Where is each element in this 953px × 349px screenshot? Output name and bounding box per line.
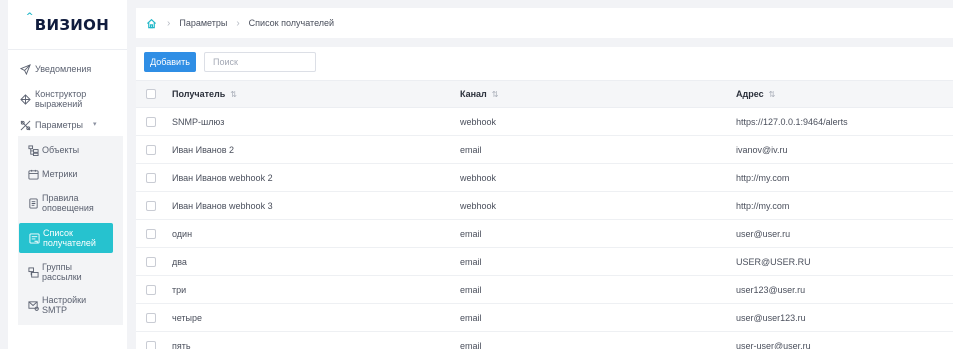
sidebar-item-label: Конструктор выражений	[35, 89, 87, 109]
recipients-icon	[27, 231, 41, 245]
cell-address: user@user123.ru	[736, 312, 806, 323]
mail-settings-icon	[26, 298, 40, 312]
sidebar-item-expression-builder[interactable]: Конструктор выражений	[8, 88, 127, 110]
sidebar-item-label: Метрики	[42, 169, 78, 179]
sidebar-item-alert-rules[interactable]: Правила оповещения	[18, 192, 123, 214]
row-checkbox[interactable]	[146, 144, 156, 155]
cell-channel: email	[460, 256, 482, 267]
sidebar-item-label: Настройки SMTP	[42, 295, 87, 315]
sidebar-item-label: Уведомления	[35, 64, 92, 74]
breadcrumb-item[interactable]: Параметры	[179, 18, 227, 28]
send-icon	[18, 62, 32, 76]
select-all-checkbox[interactable]	[146, 89, 156, 99]
sidebar-item-label: Список получателей	[43, 228, 96, 248]
sort-icon[interactable]: ⇅	[230, 90, 237, 99]
row-checkbox[interactable]	[146, 312, 156, 323]
cell-channel: webhook	[460, 116, 497, 127]
recipients-panel: Добавить Получатель⇅ Канал⇅ Адрес⇅ SNMP-…	[136, 47, 953, 349]
cell-channel: email	[460, 228, 482, 239]
column-header-address[interactable]: Адрес ⇅	[736, 81, 775, 107]
add-button[interactable]: Добавить	[144, 52, 196, 72]
home-icon[interactable]	[144, 16, 158, 30]
objects-icon	[26, 143, 40, 157]
cell-address: http://my.com	[736, 200, 790, 211]
cell-channel: email	[460, 340, 482, 349]
cell-address: http://my.com	[736, 172, 790, 183]
table-header: Получатель ⇅ Канал ⇅ Адрес ⇅	[136, 80, 953, 108]
cell-address: user@user.ru	[736, 228, 791, 239]
cell-address: user-user@user.ru	[736, 340, 811, 349]
cell-channel: email	[460, 312, 482, 323]
table-row[interactable]: Иван Иванов webhook 3 webhook http://my.co…	[136, 192, 953, 220]
search-input[interactable]	[204, 52, 316, 72]
sidebar-item-label: Группы рассылки	[42, 262, 82, 282]
sidebar-item-label: Объекты	[42, 145, 80, 155]
cell-recipient: SNMP-шлюз	[172, 116, 225, 127]
cell-channel: webhook	[460, 172, 497, 183]
app-logo[interactable]: ^ВИЗИОН	[8, 0, 127, 50]
sidebar-item-objects[interactable]: Объекты	[18, 142, 123, 158]
sidebar: ^ВИЗИОН Уведомления Конструктор выражени…	[8, 0, 127, 349]
row-checkbox[interactable]	[146, 200, 156, 211]
row-checkbox[interactable]	[146, 284, 156, 295]
cell-recipient: Иван Иванов webhook 3	[172, 200, 273, 211]
table-row[interactable]: четыре email user@user123.ru	[136, 304, 953, 332]
sidebar-item-metrics[interactable]: Метрики	[18, 166, 123, 182]
cell-recipient: три	[172, 284, 187, 295]
sidebar-item-smtp-settings[interactable]: Настройки SMTP	[18, 294, 123, 316]
cell-channel: email	[460, 284, 482, 295]
row-checkbox[interactable]	[146, 228, 156, 239]
table-row[interactable]: Иван Иванов webhook 2 webhook http://my.co…	[136, 164, 953, 192]
row-checkbox[interactable]	[146, 172, 156, 183]
cell-recipient: пять	[172, 340, 191, 349]
row-checkbox[interactable]	[146, 116, 156, 127]
row-checkbox[interactable]	[146, 340, 156, 349]
column-header-recipient[interactable]: Получатель ⇅	[172, 81, 237, 107]
settings-icon	[18, 118, 32, 132]
chevron-down-icon[interactable]: ▾	[93, 120, 97, 130]
cell-recipient: четыре	[172, 312, 202, 323]
sidebar-item-mailing-groups[interactable]: Группы рассылки	[18, 261, 123, 283]
cell-channel: email	[460, 144, 482, 155]
table-row[interactable]: SNMP-шлюз webhook https://127.0.0.1:9464/a…	[136, 108, 953, 136]
sidebar-item-notifications[interactable]: Уведомления	[8, 61, 127, 77]
sidebar-item-label: Параметры	[35, 120, 83, 130]
breadcrumb-item-current: Список получателей	[248, 18, 335, 28]
cell-recipient: Иван Иванов 2	[172, 144, 235, 155]
cell-recipient: Иван Иванов webhook 2	[172, 172, 273, 183]
breadcrumb-separator: ›	[167, 17, 171, 29]
cell-address: user123@user.ru	[736, 284, 806, 295]
table-row[interactable]: два email USER@USER.RU	[136, 248, 953, 276]
row-checkbox[interactable]	[146, 256, 156, 267]
sort-icon[interactable]: ⇅	[492, 90, 499, 99]
sidebar-submenu-parameters: Объекты Метрики Правила оповещения Списо…	[18, 136, 123, 325]
cell-address: ivanov@iv.ru	[736, 144, 788, 155]
groups-icon	[26, 265, 40, 279]
sort-icon[interactable]: ⇅	[769, 90, 776, 99]
table-row[interactable]: три email user123@user.ru	[136, 276, 953, 304]
cell-recipient: два	[172, 256, 187, 267]
table-row[interactable]: пять email user-user@user.ru	[136, 332, 953, 349]
table-row[interactable]: один email user@user.ru	[136, 220, 953, 248]
logo-caret: ^	[25, 11, 34, 22]
sidebar-item-label: Правила оповещения	[42, 193, 94, 213]
sidebar-item-parameters[interactable]: Параметры ▾	[8, 117, 127, 133]
cell-channel: webhook	[460, 200, 497, 211]
metrics-icon	[26, 167, 40, 181]
breadcrumb: › Параметры › Список получателей	[136, 8, 953, 38]
expression-icon	[18, 92, 32, 106]
breadcrumb-separator: ›	[236, 17, 240, 29]
cell-address: USER@USER.RU	[736, 256, 811, 267]
logo-text: ВИЗИОН	[34, 15, 110, 34]
table-row[interactable]: Иван Иванов 2 email ivanov@iv.ru	[136, 136, 953, 164]
cell-address: https://127.0.0.1:9464/alerts	[736, 116, 848, 127]
column-header-channel[interactable]: Канал ⇅	[460, 81, 498, 107]
sidebar-item-recipients[interactable]: Список получателей	[19, 223, 113, 253]
rules-icon	[26, 196, 40, 210]
cell-recipient: один	[172, 228, 193, 239]
